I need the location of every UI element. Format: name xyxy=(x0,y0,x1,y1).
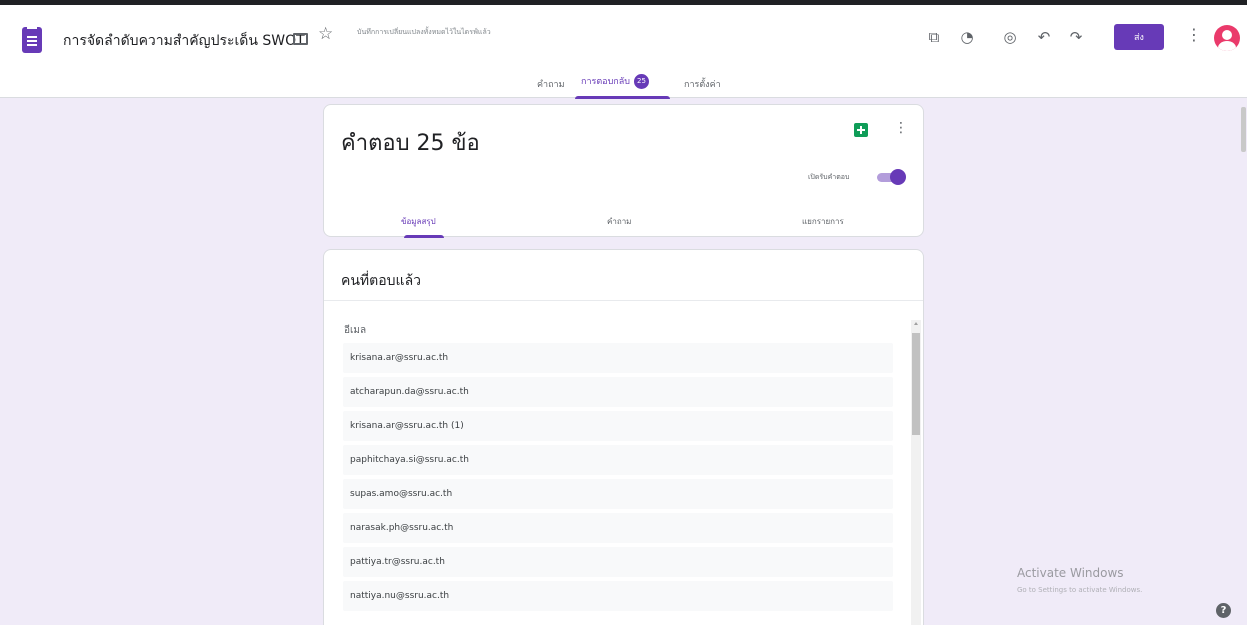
subtab-individual[interactable]: แยกรายการ xyxy=(802,215,844,228)
tab-settings[interactable]: การตั้งค่า xyxy=(684,77,721,91)
active-subtab-indicator xyxy=(404,235,444,238)
responses-summary-card: คำตอบ 25 ข้อ ⋮ เปิดรับคำตอบ ข้อมูลสรุป ค… xyxy=(323,104,924,238)
star-icon[interactable]: ☆ xyxy=(318,26,333,43)
active-tab-indicator xyxy=(575,96,670,99)
activate-windows-title: Activate Windows xyxy=(1017,566,1124,580)
accepting-responses-label: เปิดรับคำตอบ xyxy=(808,173,850,181)
page-scrollbar[interactable] xyxy=(1241,107,1246,152)
list-item[interactable]: paphitchaya.si@ssru.ac.th xyxy=(343,445,893,475)
scroll-thumb[interactable] xyxy=(912,333,920,435)
subtab-question[interactable]: คำถาม xyxy=(607,215,631,228)
list-item[interactable]: supas.amo@ssru.ac.th xyxy=(343,479,893,509)
send-button[interactable]: ส่ง xyxy=(1114,24,1164,50)
toggle-knob xyxy=(890,169,906,185)
preview-eye-icon[interactable]: ◎ xyxy=(1000,27,1020,47)
responses-more-icon[interactable]: ⋮ xyxy=(894,121,908,135)
help-icon[interactable]: ? xyxy=(1216,603,1231,618)
respondents-card: คนที่ตอบแล้ว อีเมล krisana.ar@ssru.ac.th… xyxy=(323,249,924,625)
divider xyxy=(324,300,923,301)
tab-questions[interactable]: คำถาม xyxy=(537,77,565,91)
app-header: การจัดลำดับความสำคัญประเด็น SWOT ☆ บันทึ… xyxy=(0,5,1247,99)
tab-responses[interactable]: การตอบกลับ 25 xyxy=(581,74,649,89)
accepting-responses-toggle[interactable] xyxy=(877,169,906,185)
undo-icon[interactable]: ↶ xyxy=(1034,27,1054,47)
form-tabs: คำถาม การตอบกลับ 25 การตั้งค่า xyxy=(0,73,1247,99)
list-item[interactable]: nattiya.nu@ssru.ac.th xyxy=(343,581,893,611)
google-forms-icon[interactable] xyxy=(22,27,42,53)
email-column-header: อีเมล xyxy=(344,325,367,336)
form-title[interactable]: การจัดลำดับความสำคัญประเด็น SWOT xyxy=(63,30,305,52)
save-status: บันทึกการเปลี่ยนแปลงทั้งหมดไว้ในไดรฟ์แล้… xyxy=(357,28,491,36)
list-item[interactable]: krisana.ar@ssru.ac.th xyxy=(343,343,893,373)
palette-icon[interactable]: ◔ xyxy=(957,27,977,47)
google-sheets-icon[interactable] xyxy=(854,123,868,137)
response-count-badge: 25 xyxy=(633,74,649,89)
redo-icon[interactable]: ↷ xyxy=(1066,27,1086,47)
list-item[interactable]: narasak.ph@ssru.ac.th xyxy=(343,513,893,543)
subtab-summary[interactable]: ข้อมูลสรุป xyxy=(401,215,436,228)
scroll-up-arrow-icon[interactable] xyxy=(914,322,918,325)
list-item[interactable]: pattiya.tr@ssru.ac.th xyxy=(343,547,893,577)
list-item[interactable]: atcharapun.da@ssru.ac.th xyxy=(343,377,893,407)
respondents-title: คนที่ตอบแล้ว xyxy=(341,273,422,289)
more-options-icon[interactable]: ⋮ xyxy=(1186,27,1202,43)
responses-count-title: คำตอบ 25 ข้อ xyxy=(341,131,480,156)
email-list: krisana.ar@ssru.ac.th atcharapun.da@ssru… xyxy=(343,343,893,615)
list-item[interactable]: krisana.ar@ssru.ac.th (1) xyxy=(343,411,893,441)
move-to-folder-icon[interactable] xyxy=(293,33,308,45)
email-list-scrollbar[interactable] xyxy=(911,320,921,625)
avatar[interactable] xyxy=(1214,25,1240,51)
activate-windows-subtitle: Go to Settings to activate Windows. xyxy=(1017,586,1143,594)
addon-icon[interactable]: ⧉ xyxy=(924,27,944,47)
